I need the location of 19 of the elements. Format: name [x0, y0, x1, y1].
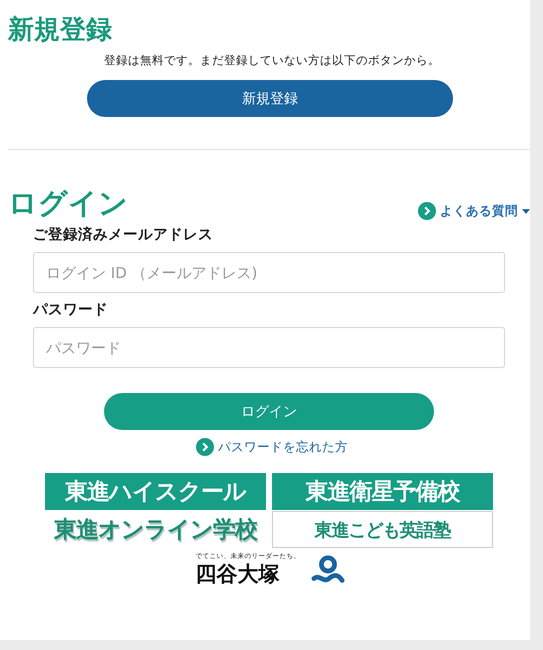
password-label: パスワード — [33, 301, 109, 319]
school-logo[interactable]: 東進ハイスクール — [45, 473, 266, 510]
signup-description: 登録は無料です。まだ登録していない方は以下のボタンから。 — [103, 52, 441, 68]
school-logo[interactable]: 東進衛星予備校 — [272, 473, 493, 510]
chevron-circle-icon — [418, 202, 436, 220]
section-heading: 新規登録 — [8, 14, 112, 46]
email-label: ご登録済みメールアドレス — [33, 226, 214, 244]
email-field[interactable]: ログイン ID （メールアドレス) — [33, 252, 505, 293]
school-logo[interactable]: 四谷大塚 — [196, 561, 280, 587]
faq-link[interactable]: よくある質問 — [418, 202, 530, 220]
school-logo[interactable]: 東進こども英語塾 — [272, 511, 493, 548]
section-heading: ログイン — [8, 186, 128, 220]
school-logo[interactable]: 東進オンライン学校 — [45, 511, 266, 548]
forgot-password-link[interactable]: パスワードを忘れた方 — [196, 438, 348, 456]
chevron-circle-icon — [196, 438, 214, 456]
password-field[interactable]: パスワード — [33, 327, 505, 368]
signup-button[interactable]: 新規登録 — [87, 80, 453, 117]
login-button[interactable]: ログイン — [104, 393, 434, 430]
caret-icon — [522, 208, 530, 214]
